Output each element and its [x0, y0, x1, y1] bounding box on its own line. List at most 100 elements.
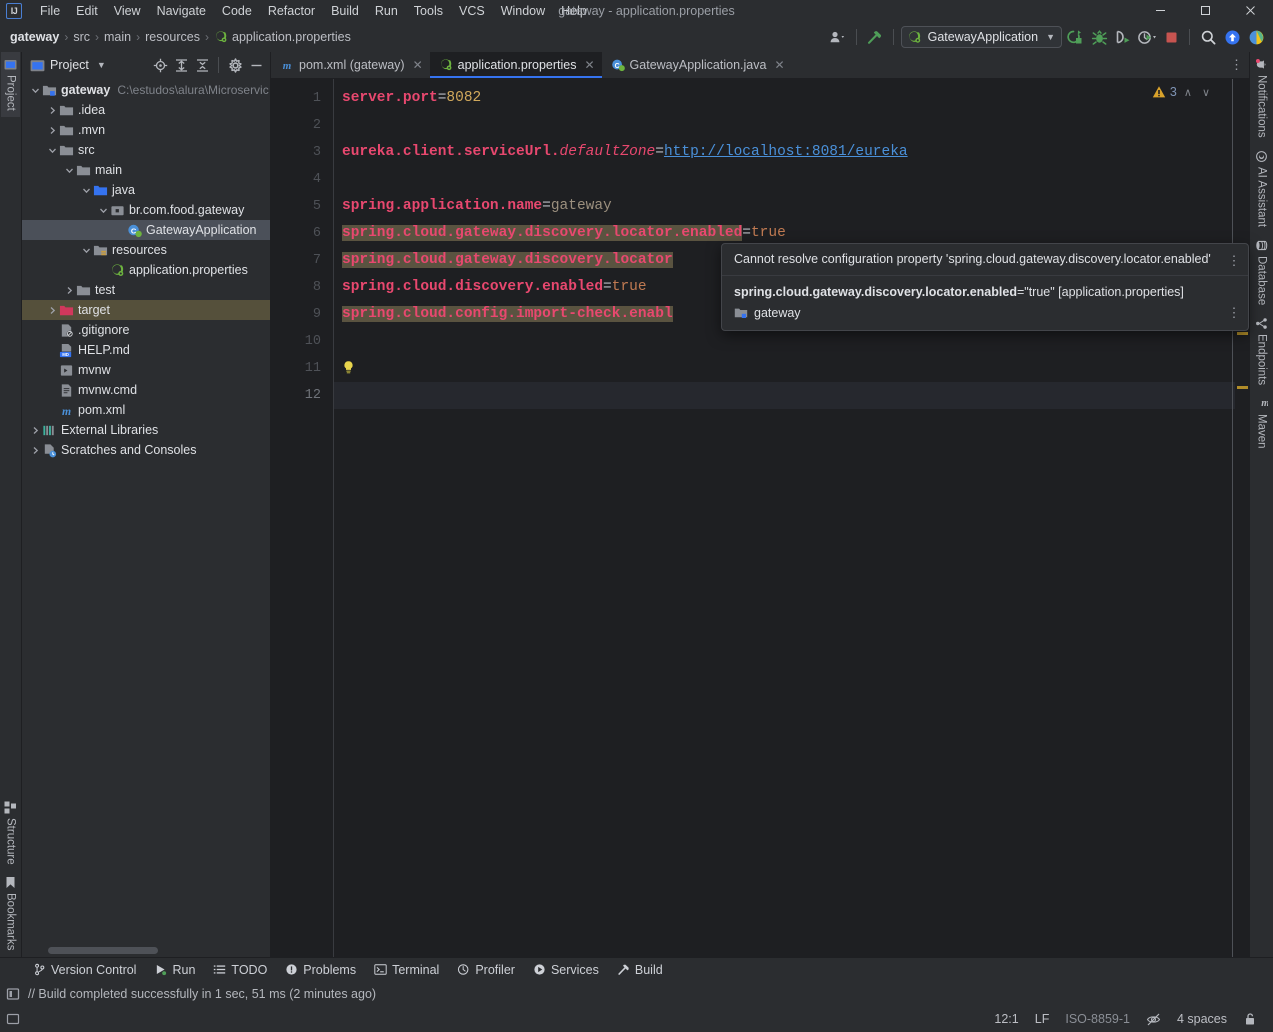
code-line[interactable]	[334, 382, 1249, 409]
code-line[interactable]: spring.application.name=gateway	[334, 193, 1249, 220]
editor-tab-options-icon[interactable]: ⋮	[1230, 52, 1249, 78]
inspection-tooltip[interactable]: Cannot resolve configuration property 's…	[721, 243, 1249, 331]
toolwindow-button-problems[interactable]: Problems	[276, 961, 365, 979]
chevron-down-icon[interactable]	[62, 160, 76, 180]
chevron-down-icon[interactable]	[96, 200, 110, 220]
chevron-right-icon[interactable]	[45, 300, 59, 320]
line-number[interactable]: 5	[271, 193, 333, 220]
editor-code[interactable]: server.port=8082 eureka.client.serviceUrl…	[333, 79, 1249, 957]
intention-bulb-icon[interactable]	[342, 360, 355, 376]
tree-node-mvnw-cmd[interactable]: mvnw.cmd	[22, 380, 270, 400]
run-with-coverage-button[interactable]	[1112, 26, 1134, 48]
menu-item-window[interactable]: Window	[493, 0, 553, 22]
updates-available-icon[interactable]	[1221, 26, 1243, 48]
line-number[interactable]: 10	[271, 328, 333, 355]
line-number[interactable]: 6	[271, 220, 333, 247]
tree-node-help-md[interactable]: MD HELP.md	[22, 340, 270, 360]
line-number[interactable]: 1	[271, 85, 333, 112]
chevron-right-icon[interactable]	[28, 420, 42, 440]
chevron-right-icon[interactable]	[45, 100, 59, 120]
menu-item-help[interactable]: Help	[553, 0, 595, 22]
toolwindow-button-version-control[interactable]: Version Control	[24, 961, 145, 979]
tree-node-src[interactable]: src	[22, 140, 270, 160]
project-tree[interactable]: gateway C:\estudos\alura\Microservic .idea…	[22, 78, 270, 944]
line-number[interactable]: 4	[271, 166, 333, 193]
prev-problem-icon[interactable]: ∧	[1181, 86, 1195, 99]
code-line[interactable]	[334, 112, 1249, 139]
sidebar-item-notifications[interactable]: Notifications	[1252, 52, 1271, 144]
menu-item-edit[interactable]: Edit	[68, 0, 106, 22]
breadcrumb-item-main[interactable]: main	[100, 28, 135, 46]
maximize-button[interactable]	[1183, 0, 1228, 22]
code-line[interactable]	[334, 166, 1249, 193]
breadcrumb-item-gateway[interactable]: gateway	[6, 28, 63, 46]
tree-node-br-com-food-gateway[interactable]: br.com.food.gateway	[22, 200, 270, 220]
tree-node-resources[interactable]: resources	[22, 240, 270, 260]
tooltip-more-actions-icon[interactable]: ⋮	[1227, 254, 1241, 267]
sidebar-item-endpoints[interactable]: Endpoints	[1252, 311, 1271, 391]
toolwindow-button-profiler[interactable]: Profiler	[448, 961, 524, 979]
tree-node-test[interactable]: test	[22, 280, 270, 300]
sidebar-item-project[interactable]: Project	[1, 52, 20, 117]
sidebar-item-maven[interactable]: m Maven	[1252, 391, 1271, 455]
menu-item-view[interactable]: View	[106, 0, 149, 22]
tree-node-pom-xml[interactable]: m pom.xml	[22, 400, 270, 420]
minimize-button[interactable]	[1138, 0, 1183, 22]
line-number[interactable]: 8	[271, 274, 333, 301]
hide-panel-icon[interactable]	[246, 55, 266, 75]
line-number[interactable]: 3	[271, 139, 333, 166]
search-everywhere-icon[interactable]	[1197, 26, 1219, 48]
menu-item-vcs[interactable]: VCS	[451, 0, 493, 22]
sidebar-item-ai-assistant[interactable]: AI Assistant	[1252, 144, 1271, 233]
sidebar-item-structure[interactable]: Structure	[1, 795, 20, 871]
chevron-down-icon[interactable]	[28, 80, 42, 100]
breadcrumb-item-application-properties[interactable]: application.properties	[210, 28, 355, 46]
toolwindow-button-services[interactable]: Services	[524, 961, 608, 979]
chevron-down-icon[interactable]: ▼	[97, 60, 106, 70]
toolwindow-button-build[interactable]: Build	[608, 961, 672, 979]
caret-position[interactable]: 12:1	[986, 1010, 1026, 1028]
run-button[interactable]	[1064, 26, 1086, 48]
tree-node-external-libraries[interactable]: External Libraries	[22, 420, 270, 440]
tree-node-java[interactable]: java	[22, 180, 270, 200]
next-problem-icon[interactable]: ∨	[1199, 86, 1213, 99]
chevron-down-icon[interactable]	[79, 180, 93, 200]
editor-scrollbar[interactable]	[1232, 79, 1233, 957]
close-tab-icon[interactable]: ✕	[584, 58, 594, 72]
expand-all-icon[interactable]	[171, 55, 191, 75]
code-line[interactable]: server.port=8082	[334, 85, 1249, 112]
menu-item-code[interactable]: Code	[214, 0, 260, 22]
code-line[interactable]	[334, 355, 1249, 382]
collapse-all-icon[interactable]	[192, 55, 212, 75]
menu-item-file[interactable]: File	[32, 0, 68, 22]
sidebar-item-database[interactable]: Database	[1252, 233, 1271, 311]
code-line[interactable]	[334, 328, 1249, 355]
toolwindow-button-todo[interactable]: TODO	[204, 961, 276, 979]
editor-tab-gatewayapplication-java[interactable]: C GatewayApplication.java ✕	[602, 52, 792, 78]
settings-gear-icon[interactable]	[225, 55, 245, 75]
lock-icon[interactable]	[1235, 1010, 1265, 1028]
menu-item-refactor[interactable]: Refactor	[260, 0, 323, 22]
close-button[interactable]	[1228, 0, 1273, 22]
chevron-right-icon[interactable]	[45, 120, 59, 140]
warning-marker[interactable]	[1237, 386, 1248, 389]
project-tree-hscrollbar[interactable]	[22, 944, 270, 957]
reader-mode-icon[interactable]	[1138, 1010, 1169, 1029]
tooltip-detail-more-icon[interactable]: ⋮	[1227, 306, 1241, 319]
locate-file-icon[interactable]	[150, 55, 170, 75]
ai-assistant-icon[interactable]	[1245, 26, 1267, 48]
file-encoding[interactable]: ISO-8859-1	[1057, 1010, 1138, 1028]
tree-node--gitignore[interactable]: .gitignore	[22, 320, 270, 340]
breadcrumb-item-resources[interactable]: resources	[141, 28, 204, 46]
code-line[interactable]: eureka.client.serviceUrl.defaultZone=htt…	[334, 139, 1249, 166]
hammer-build-icon[interactable]	[864, 26, 886, 48]
toolwindow-button-run[interactable]: Run	[145, 961, 204, 979]
line-separator[interactable]: LF	[1027, 1010, 1058, 1028]
line-number[interactable]: 2	[271, 112, 333, 139]
editor-tab-pom-xml-gateway-[interactable]: m pom.xml (gateway) ✕	[271, 52, 430, 78]
tree-node-main[interactable]: main	[22, 160, 270, 180]
close-tab-icon[interactable]: ✕	[774, 58, 784, 72]
sidebar-item-bookmarks[interactable]: Bookmarks	[1, 870, 20, 957]
inspection-widget[interactable]: 3 ∧ ∨	[1152, 85, 1213, 99]
tree-node--idea[interactable]: .idea	[22, 100, 270, 120]
